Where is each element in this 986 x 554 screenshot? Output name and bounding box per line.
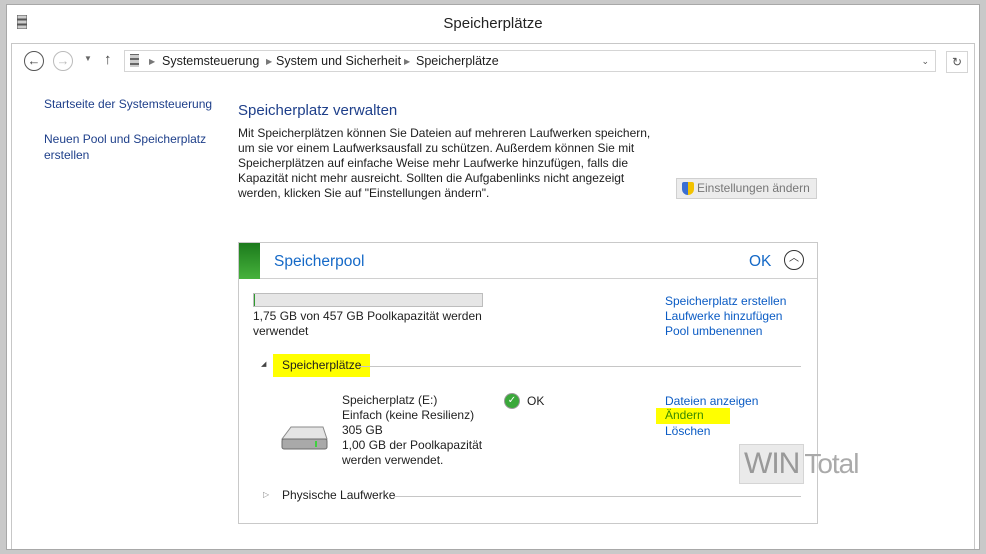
collapse-chevron-up-icon[interactable]: ︿ bbox=[784, 250, 804, 270]
physical-drives-header[interactable]: Physische Laufwerke bbox=[282, 488, 395, 503]
space-name: Speicherplatz (E:) bbox=[342, 393, 438, 407]
page-title: Speicherplatz verwalten bbox=[238, 102, 398, 119]
view-files-link[interactable]: Dateien anzeigen bbox=[665, 394, 758, 408]
pool-header: Speicherpool OK ︿ bbox=[239, 243, 817, 279]
ok-check-icon: ✓ bbox=[504, 393, 520, 409]
pool-status-stripe bbox=[239, 243, 260, 279]
chevron-right-icon: ▶ bbox=[149, 57, 156, 66]
delete-space-link[interactable]: Löschen bbox=[665, 424, 710, 438]
refresh-button[interactable]: ↻ bbox=[946, 51, 968, 73]
change-settings-label: Einstellungen ändern bbox=[697, 181, 810, 195]
space-size: 305 GB bbox=[342, 423, 383, 437]
storage-spaces-icon bbox=[130, 54, 139, 67]
drive-icon bbox=[281, 426, 328, 450]
back-button[interactable]: ← bbox=[24, 51, 44, 71]
breadcrumb-systemsteuerung[interactable]: Systemsteuerung bbox=[162, 54, 259, 68]
title-bar: Speicherplätze bbox=[7, 5, 979, 41]
window-title: Speicherplätze bbox=[443, 15, 543, 32]
pool-usage-bar bbox=[253, 293, 483, 307]
address-bar[interactable]: ▶ Systemsteuerung ▶ System und Sicherhei… bbox=[124, 50, 936, 72]
collapsed-triangle-icon[interactable]: ▷ bbox=[263, 490, 269, 499]
rename-pool-link[interactable]: Pool umbenennen bbox=[665, 324, 762, 338]
pool-status: OK bbox=[749, 253, 772, 270]
address-dropdown-icon[interactable]: ⌄ bbox=[921, 56, 929, 67]
divider bbox=[394, 496, 801, 497]
add-drives-link[interactable]: Laufwerke hinzufügen bbox=[665, 309, 782, 323]
navigation-bar: ← → ▼ ↑ ▶ Systemsteuerung ▶ System und S… bbox=[12, 44, 974, 78]
pool-usage-text: 1,75 GB von 457 GB Poolkapazität werden … bbox=[253, 309, 482, 338]
breadcrumb-system-sicherheit[interactable]: System und Sicherheit bbox=[276, 54, 401, 68]
space-status: OK bbox=[527, 394, 545, 408]
uac-shield-icon bbox=[682, 182, 694, 195]
recent-dropdown-icon[interactable]: ▼ bbox=[84, 54, 92, 63]
storage-pool-panel: Speicherpool OK ︿ 1,75 GB von 457 GB Poo… bbox=[238, 242, 818, 524]
pool-usage-fill bbox=[254, 294, 255, 306]
space-type: Einfach (keine Resilienz) bbox=[342, 408, 475, 422]
up-button[interactable]: ↑ bbox=[104, 51, 112, 68]
window: Speicherplätze ← → ▼ ↑ ▶ Systemsteuerung… bbox=[6, 4, 980, 550]
sidebar-link-home[interactable]: Startseite der Systemsteuerung bbox=[44, 96, 212, 112]
watermark-total: Total bbox=[804, 448, 859, 479]
chevron-right-icon: ▶ bbox=[266, 57, 273, 66]
wintotal-watermark: WIN Total bbox=[739, 444, 889, 489]
space-usage: 1,00 GB der Poolkapazität werden verwend… bbox=[342, 438, 483, 467]
explorer-frame: ← → ▼ ↑ ▶ Systemsteuerung ▶ System und S… bbox=[11, 43, 975, 549]
create-space-link[interactable]: Speicherplatz erstellen bbox=[665, 294, 786, 308]
change-settings-button[interactable]: Einstellungen ändern bbox=[676, 178, 817, 199]
pool-name: Speicherpool bbox=[274, 253, 365, 270]
expanded-triangle-icon[interactable]: ◢ bbox=[261, 360, 266, 368]
change-space-link[interactable]: Ändern bbox=[656, 408, 730, 424]
breadcrumb-speicherplaetze[interactable]: Speicherplätze bbox=[416, 54, 499, 68]
spaces-section-header[interactable]: Speicherplätze bbox=[273, 354, 371, 377]
forward-button[interactable]: → bbox=[53, 51, 73, 71]
sidebar-link-new-pool[interactable]: Neuen Pool und Speicherplatz erstellen bbox=[44, 131, 214, 163]
divider bbox=[359, 366, 801, 367]
description: Mit Speicherplätzen können Sie Dateien a… bbox=[238, 126, 651, 200]
chevron-right-icon: ▶ bbox=[404, 57, 411, 66]
watermark-win: WIN bbox=[739, 444, 805, 484]
